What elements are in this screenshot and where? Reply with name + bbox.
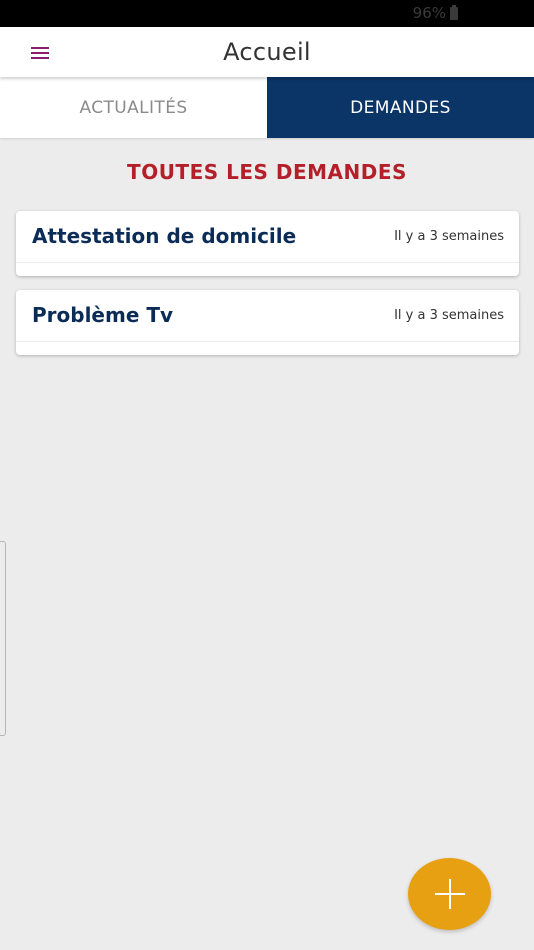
battery-level: 96% bbox=[412, 4, 446, 22]
request-card[interactable]: Attestation de domicile Il y a 3 semaine… bbox=[16, 211, 519, 276]
tab-actualites[interactable]: ACTUALITÉS bbox=[0, 77, 267, 138]
edge-panel-handle[interactable] bbox=[0, 541, 6, 736]
request-card[interactable]: Problème Tv Il y a 3 semaines bbox=[16, 290, 519, 355]
request-title: Problème Tv bbox=[32, 303, 174, 327]
section-title: TOUTES LES DEMANDES bbox=[127, 160, 407, 184]
page-title: Accueil bbox=[223, 38, 311, 66]
add-request-button[interactable] bbox=[408, 858, 491, 930]
request-time: Il y a 3 semaines bbox=[394, 229, 504, 244]
request-title: Attestation de domicile bbox=[32, 224, 297, 248]
card-divider bbox=[16, 341, 519, 342]
app-bar: Accueil bbox=[0, 27, 534, 77]
card-divider bbox=[16, 262, 519, 263]
status-bar: 96% bbox=[0, 0, 534, 27]
battery-icon bbox=[450, 5, 458, 20]
tab-bar: ACTUALITÉS DEMANDES bbox=[0, 77, 534, 138]
request-time: Il y a 3 semaines bbox=[394, 308, 504, 323]
tab-demandes[interactable]: DEMANDES bbox=[267, 77, 534, 138]
battery-indicator: 96% bbox=[413, 4, 458, 23]
